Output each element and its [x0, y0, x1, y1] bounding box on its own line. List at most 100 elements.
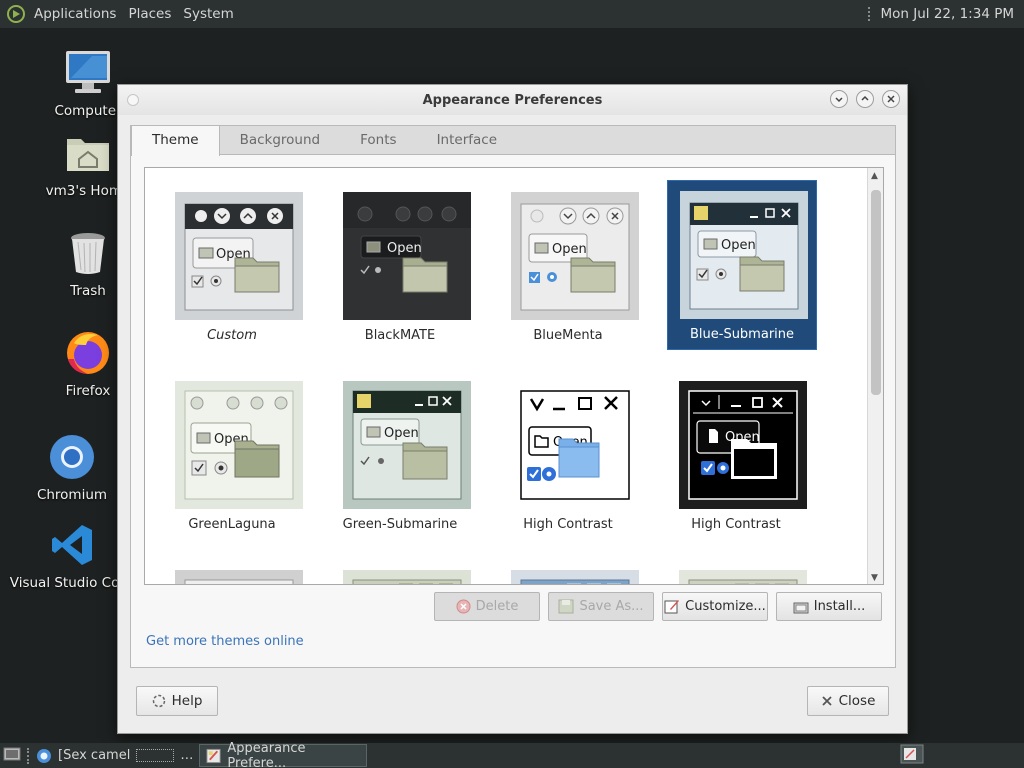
window-menu-button[interactable]: [127, 94, 139, 106]
tab-fonts[interactable]: Fonts: [340, 126, 416, 155]
theme-preview-custom: Open: [175, 192, 303, 320]
save-as-label: Save As...: [579, 599, 644, 614]
mate-logo-icon[interactable]: [6, 4, 26, 24]
theme-name: High Contrast: [691, 517, 781, 532]
task-label-glyphs: [136, 749, 175, 762]
task-label: [Sex camel: [58, 748, 131, 763]
delete-label: Delete: [475, 599, 519, 614]
tab-background[interactable]: Background: [220, 126, 341, 155]
workspace-icon: [900, 744, 924, 763]
theme-name: GreenLaguna: [188, 517, 276, 532]
install-label: Install...: [813, 599, 866, 614]
theme-item-custom[interactable]: Open Custom: [157, 182, 307, 352]
computer-icon: [62, 47, 114, 99]
theme-name: Blue-Submarine: [689, 327, 795, 342]
theme-name: Custom: [207, 328, 257, 343]
task-label: Appearance Prefere...: [227, 740, 306, 768]
tab-theme[interactable]: Theme: [131, 126, 220, 156]
theme-name: High Contrast: [523, 517, 613, 532]
task-button-chromium[interactable]: [Sex camel …: [30, 744, 199, 767]
theme-item-blue-submarine[interactable]: Open Blue-Submarine: [667, 180, 817, 350]
theme-preview-blackmate: Open: [343, 192, 471, 320]
theme-name: BlackMATE: [364, 328, 436, 343]
scroll-down-icon[interactable]: ▼: [871, 573, 878, 583]
panel-separator: [867, 7, 871, 21]
tab-interface[interactable]: Interface: [417, 126, 517, 155]
help-label: Help: [171, 693, 203, 709]
desktop-icon-label: Chromium: [36, 487, 108, 503]
install-icon: [793, 602, 809, 613]
task-button-appearance[interactable]: Appearance Prefere...: [199, 740, 368, 768]
theme-name: Green-Submarine: [342, 517, 458, 532]
close-label: Close: [838, 693, 876, 709]
show-desktop-button[interactable]: [3, 746, 21, 766]
chromium-icon: [37, 748, 51, 763]
customize-label: Customize...: [685, 599, 766, 614]
theme-item-green-submarine[interactable]: Open Green-Submarine: [325, 371, 475, 541]
theme-preview-green-submarine: Open: [343, 381, 471, 509]
close-window-button[interactable]: [882, 90, 900, 108]
scrollbar-thumb[interactable]: [871, 190, 881, 395]
theme-item-partial[interactable]: [493, 560, 643, 584]
clock[interactable]: Mon Jul 22, 1:34 PM: [881, 6, 1015, 22]
theme-item-partial[interactable]: [661, 560, 811, 584]
maximize-icon: [861, 95, 869, 101]
theme-preview-bluementa: Open: [511, 192, 639, 320]
preview-open-text: Open: [721, 238, 756, 253]
delete-icon: [456, 599, 471, 614]
maximize-button[interactable]: [856, 90, 874, 108]
theme-preview-blue-submarine: Open: [680, 191, 808, 319]
desktop-icon-chromium[interactable]: Chromium: [12, 431, 132, 503]
preview-open-text: Open: [552, 242, 587, 257]
workspace-switcher[interactable]: [900, 744, 924, 768]
bottom-panel: [Sex camel … Appearance Prefere...: [0, 740, 1024, 768]
theme-item-greenlaguna[interactable]: Open GreenLaguna: [157, 371, 307, 541]
preview-open-text: Open: [387, 241, 422, 256]
get-more-themes-link[interactable]: Get more themes online: [146, 634, 304, 649]
theme-preview-partial: [511, 570, 639, 584]
minimize-icon: [835, 97, 843, 103]
places-menu[interactable]: Places: [122, 6, 177, 22]
help-button[interactable]: Help: [136, 686, 218, 716]
preferences-notebook: Theme Background Fonts Interface Open Cu…: [130, 125, 896, 668]
window-title: Appearance Preferences: [422, 92, 603, 108]
show-desktop-icon: [3, 747, 21, 760]
theme-preview-greenlaguna: Open: [175, 381, 303, 509]
delete-button[interactable]: Delete: [434, 592, 540, 621]
close-button[interactable]: Close: [807, 686, 889, 716]
theme-list-scrollbar[interactable]: ▲ ▼: [867, 168, 883, 584]
theme-preview-high-contrast: Open: [511, 381, 639, 509]
vscode-icon: [47, 519, 99, 571]
chromium-icon: [46, 431, 98, 483]
theme-preview-partial: [679, 570, 807, 584]
top-panel: Applications Places System Mon Jul 22, 1…: [0, 0, 1024, 28]
appearance-icon: [206, 748, 221, 763]
minimize-button[interactable]: [830, 90, 848, 108]
system-menu[interactable]: System: [177, 6, 239, 22]
close-icon: [821, 696, 832, 706]
firefox-icon: [62, 327, 114, 379]
scroll-up-icon[interactable]: ▲: [871, 171, 878, 181]
trash-icon: [62, 227, 114, 279]
theme-preview-partial: [175, 570, 303, 584]
customize-button[interactable]: Customize...: [662, 592, 768, 621]
theme-preview-high-contrast-inverse: Open: [679, 381, 807, 509]
theme-item-partial[interactable]: [157, 560, 307, 584]
theme-name: BlueMenta: [533, 328, 603, 343]
applications-menu[interactable]: Applications: [28, 6, 122, 22]
theme-grid: Open Custom Open BlackMATE Open BlueMent…: [145, 168, 869, 584]
tab-bar: Theme Background Fonts Interface: [131, 126, 895, 156]
theme-item-bluementa[interactable]: Open BlueMenta: [493, 182, 643, 352]
titlebar[interactable]: Appearance Preferences: [118, 85, 907, 115]
home-folder-icon: [62, 127, 114, 179]
theme-item-high-contrast[interactable]: Open High Contrast: [493, 371, 643, 541]
theme-list[interactable]: Open Custom Open BlackMATE Open BlueMent…: [144, 167, 884, 585]
theme-item-partial[interactable]: [325, 560, 475, 584]
close-icon: [887, 95, 895, 103]
theme-item-blackmate[interactable]: Open BlackMATE: [325, 182, 475, 352]
save-as-button[interactable]: Save As...: [548, 592, 654, 621]
install-button[interactable]: Install...: [776, 592, 882, 621]
save-as-icon: [558, 599, 574, 614]
theme-item-high-contrast-inverse[interactable]: Open High Contrast: [661, 371, 811, 541]
appearance-preferences-window: Appearance Preferences Theme Background …: [117, 84, 908, 734]
